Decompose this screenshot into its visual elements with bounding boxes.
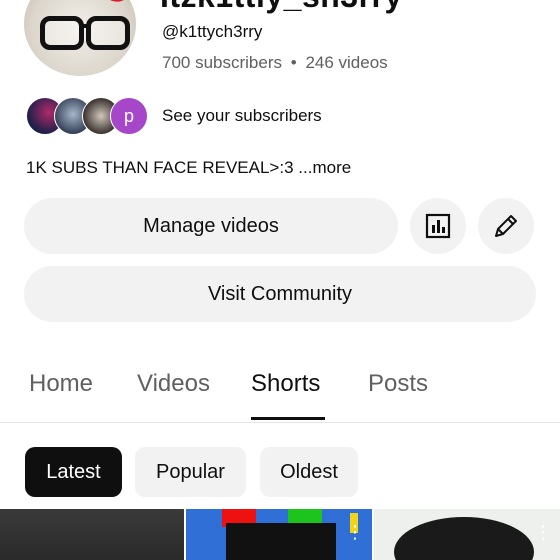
chip-latest[interactable]: Latest [25, 447, 122, 497]
tab-shorts[interactable]: Shorts [251, 370, 320, 398]
analytics-button[interactable] [410, 198, 466, 254]
more-options-icon[interactable]: ⋮ [346, 523, 364, 541]
description-text: 1K SUBS THAN FACE REVEAL>:3 [26, 158, 294, 177]
short-thumbnail[interactable]: ⋮ [186, 509, 372, 560]
subscriber-avatars[interactable]: p [26, 97, 150, 135]
channel-name: Itzk1ttly_sh3rry [160, 0, 403, 15]
video-count: 246 videos [305, 53, 388, 72]
channel-stats: 700 subscribers • 246 videos [162, 53, 388, 73]
active-tab-indicator [251, 417, 325, 420]
manage-videos-label: Manage videos [143, 214, 279, 237]
more-options-icon[interactable]: ⋮ [534, 523, 552, 541]
visit-community-label: Visit Community [207, 282, 353, 305]
manage-videos-button[interactable]: Manage videos [24, 198, 398, 254]
channel-description[interactable]: 1K SUBS THAN FACE REVEAL>:3 ...more [26, 158, 351, 178]
tab-videos[interactable]: Videos [137, 370, 210, 398]
see-subscribers-link[interactable]: See your subscribers [162, 106, 322, 126]
subscriber-avatar-letter: p [110, 97, 148, 135]
chip-popular[interactable]: Popular [135, 447, 246, 497]
visit-community-button[interactable]: Visit Community [24, 266, 536, 322]
short-thumbnail[interactable]: ⋮ [374, 509, 560, 560]
short-thumbnail[interactable] [0, 509, 184, 560]
analytics-icon [425, 213, 451, 239]
channel-avatar[interactable] [24, 0, 136, 76]
chip-oldest[interactable]: Oldest [260, 447, 358, 497]
channel-handle: @k1ttych3rry [162, 22, 263, 41]
stats-separator: • [290, 53, 297, 72]
tab-posts[interactable]: Posts [368, 370, 428, 398]
pencil-icon [495, 215, 517, 237]
channel-tabs: Home Videos Shorts Posts [0, 360, 560, 423]
tab-home[interactable]: Home [29, 370, 93, 398]
subscriber-count: 700 subscribers [162, 53, 283, 72]
description-more-link[interactable]: ...more [298, 158, 351, 177]
edit-channel-button[interactable] [478, 198, 534, 254]
